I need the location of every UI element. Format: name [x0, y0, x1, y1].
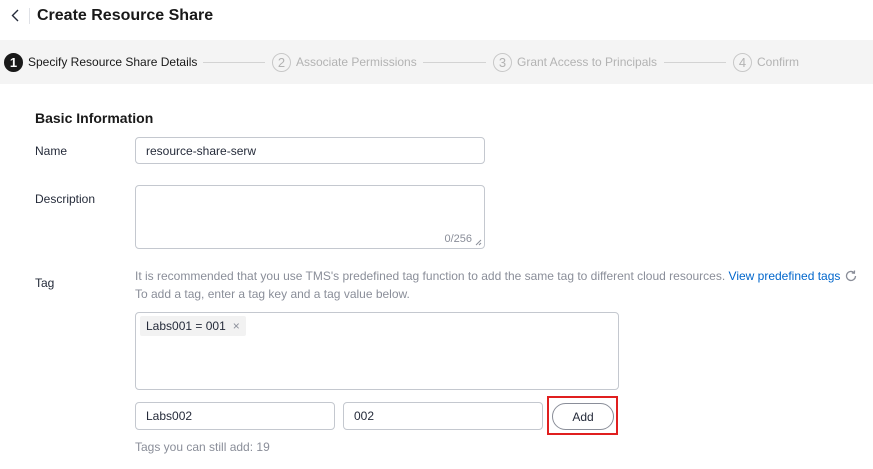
close-icon[interactable]: × — [233, 319, 240, 333]
step-number: 3 — [493, 52, 512, 72]
tag-chip: Labs001 = 001 × — [140, 316, 246, 336]
step-associate-permissions: 2 Associate Permissions — [272, 52, 417, 72]
description-label: Description — [35, 192, 96, 206]
step-number: 1 — [4, 52, 23, 72]
tag-hint-line2: To add a tag, enter a tag key and a tag … — [135, 287, 410, 301]
wizard-steps: 1 Specify Resource Share Details 2 Assoc… — [0, 40, 873, 84]
step-number: 2 — [272, 52, 291, 72]
step-connector — [664, 62, 726, 63]
tag-key-input[interactable]: Labs002 — [135, 402, 335, 430]
step-label: Associate Permissions — [296, 55, 417, 69]
step-label: Grant Access to Principals — [517, 55, 658, 69]
step-label: Confirm — [757, 55, 800, 69]
tag-list-box[interactable]: Labs001 = 001 × — [135, 312, 619, 390]
view-predefined-tags-link[interactable]: View predefined tags — [729, 269, 841, 283]
page-header: Create Resource Share — [0, 0, 873, 40]
description-counter: 0/256 — [444, 233, 472, 245]
step-label: Specify Resource Share Details — [28, 55, 198, 69]
refresh-icon[interactable] — [844, 269, 858, 283]
name-input[interactable]: resource-share-serw — [135, 137, 485, 164]
step-grant-access: 3 Grant Access to Principals — [493, 52, 657, 72]
tag-chip-text: Labs001 = 001 — [146, 319, 226, 333]
tags-remaining-text: Tags you can still add: 19 — [135, 440, 270, 454]
add-tag-button[interactable]: Add — [552, 403, 614, 430]
section-title: Basic Information — [35, 110, 154, 126]
tag-hint: It is recommended that you use TMS's pre… — [135, 269, 858, 283]
name-label: Name — [35, 144, 68, 158]
back-arrow-icon[interactable] — [6, 6, 26, 26]
step-number: 4 — [733, 52, 752, 72]
step-confirm: 4 Confirm — [733, 52, 799, 72]
tag-value-input[interactable]: 002 — [343, 402, 543, 430]
description-textarea[interactable]: 0/256 — [135, 185, 485, 249]
step-connector — [423, 62, 486, 63]
tag-label: Tag — [35, 276, 55, 290]
page-title: Create Resource Share — [37, 7, 214, 24]
tag-hint-text: It is recommended that you use TMS's pre… — [135, 269, 726, 283]
form-panel: Basic Information Name resource-share-se… — [4, 84, 873, 469]
step-connector — [203, 62, 265, 63]
header-divider — [29, 8, 30, 24]
step-specify-details: 1 Specify Resource Share Details — [4, 52, 197, 72]
resize-grip-icon[interactable] — [475, 239, 482, 246]
